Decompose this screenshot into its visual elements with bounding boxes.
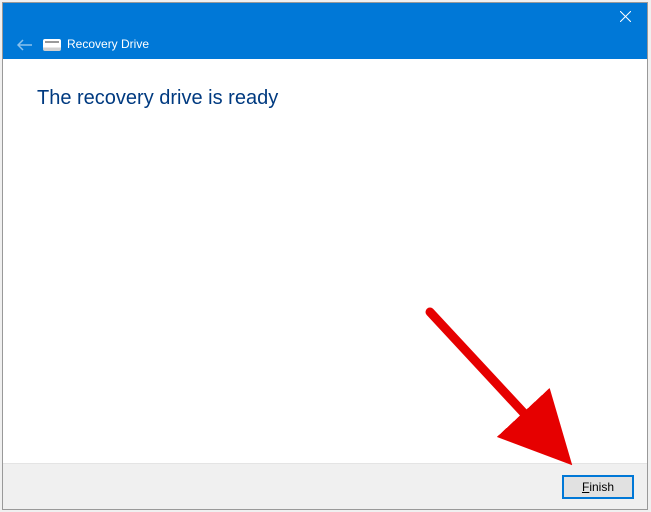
- finish-label-rest: inish: [589, 480, 614, 494]
- content-area: The recovery drive is ready: [3, 59, 647, 463]
- footer: Finish: [3, 463, 647, 509]
- titlebar: Recovery Drive: [3, 3, 647, 59]
- close-icon: [620, 11, 631, 22]
- app-title: Recovery Drive: [67, 37, 149, 51]
- drive-icon: [43, 39, 61, 51]
- back-arrow-icon: [17, 39, 33, 51]
- back-button[interactable]: [15, 35, 35, 55]
- close-button[interactable]: [603, 3, 647, 29]
- finish-button[interactable]: Finish: [563, 476, 633, 498]
- recovery-drive-window: Recovery Drive The recovery drive is rea…: [2, 2, 648, 510]
- page-headline: The recovery drive is ready: [37, 87, 278, 110]
